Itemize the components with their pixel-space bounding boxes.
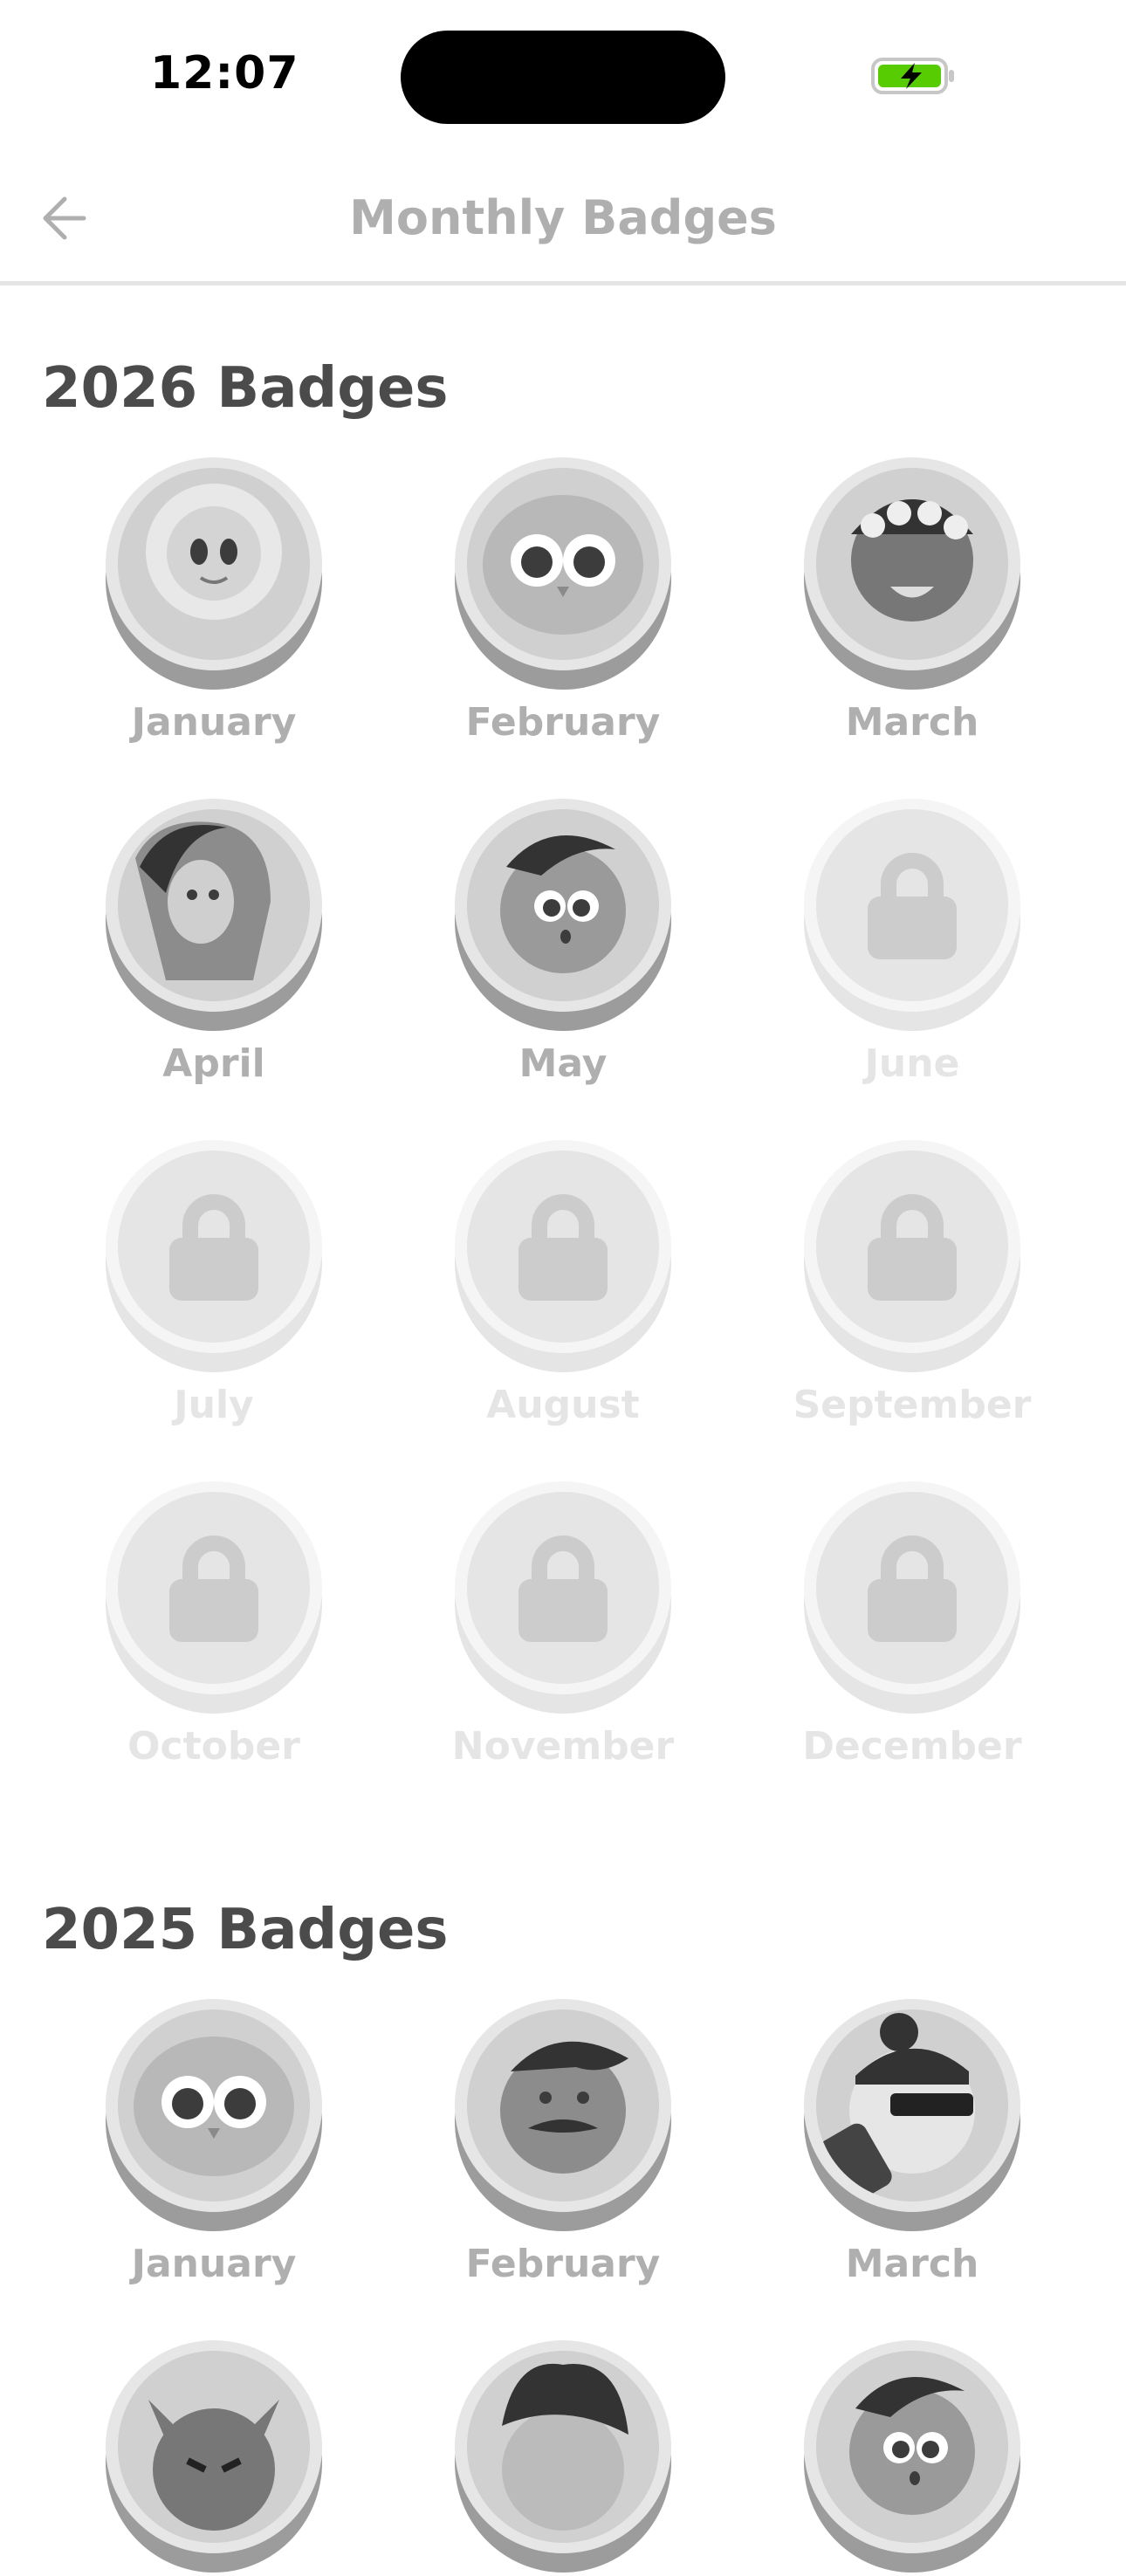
badge-medallion	[803, 1997, 1021, 2235]
badge-0-7[interactable]: August	[432, 1138, 694, 1427]
badge-medallion	[803, 1480, 1021, 1717]
lock-icon	[455, 1481, 671, 1714]
badge-month-label: March	[845, 2242, 979, 2286]
badge-medallion	[454, 1138, 672, 1376]
woman-character	[106, 799, 322, 1031]
badge-0-9[interactable]: October	[83, 1480, 345, 1769]
badge-medallion	[105, 2339, 323, 2576]
badge-1-3[interactable]	[83, 2339, 345, 2576]
badge-medallion	[454, 1997, 672, 2235]
badge-medallion	[803, 2339, 1021, 2576]
curly-hair-character	[455, 2340, 671, 2573]
battery-charging-icon	[871, 58, 954, 94]
badge-0-1[interactable]: February	[432, 456, 694, 745]
badge-0-0[interactable]: January	[83, 456, 345, 745]
status-time: 12:07	[150, 47, 299, 100]
lock-icon	[106, 1481, 322, 1714]
badge-month-label: February	[465, 2242, 661, 2286]
badge-0-2[interactable]: March	[781, 456, 1043, 745]
badge-medallion	[105, 1138, 323, 1376]
sunglasses-character	[804, 1999, 1020, 2231]
badge-month-label: July	[174, 1383, 254, 1427]
badge-medallion	[105, 1997, 323, 2235]
lock-icon	[455, 1140, 671, 1372]
badge-0-4[interactable]: May	[432, 797, 694, 1086]
badge-1-4[interactable]	[432, 2339, 694, 2576]
dynamic-island	[401, 31, 725, 124]
badge-medallion	[454, 797, 672, 1034]
boy-character	[455, 799, 671, 1031]
badge-1-5[interactable]	[781, 2339, 1043, 2576]
badge-0-11[interactable]: December	[781, 1480, 1043, 1769]
badge-month-label: November	[451, 1724, 675, 1769]
badge-medallion	[105, 1480, 323, 1717]
badge-medallion	[803, 797, 1021, 1034]
badge-month-label: March	[845, 700, 979, 745]
boy-character	[804, 2340, 1020, 2573]
badge-month-label: August	[486, 1383, 640, 1427]
badge-medallion	[803, 1138, 1021, 1376]
badge-1-2[interactable]: March	[781, 1997, 1043, 2286]
badge-medallion	[105, 797, 323, 1034]
owl-character	[106, 1999, 322, 2231]
badge-medallion	[803, 456, 1021, 693]
lock-icon	[106, 1140, 322, 1372]
badge-month-label: January	[131, 700, 297, 745]
badge-medallion	[454, 1480, 672, 1717]
badge-month-label: May	[518, 1041, 608, 1086]
badge-medallion	[454, 2339, 672, 2576]
cat-character	[106, 2340, 322, 2573]
badge-month-label: January	[131, 2242, 297, 2286]
badge-0-5[interactable]: June	[781, 797, 1043, 1086]
lock-icon	[804, 799, 1020, 1031]
badge-0-8[interactable]: September	[781, 1138, 1043, 1427]
badge-month-label: October	[127, 1724, 300, 1769]
lock-icon	[804, 1481, 1020, 1714]
badge-month-label: September	[793, 1383, 1032, 1427]
lock-icon	[804, 1140, 1020, 1372]
badge-medallion	[454, 456, 672, 693]
badge-month-label: June	[864, 1041, 960, 1086]
badge-month-label: February	[465, 700, 661, 745]
badge-0-3[interactable]: April	[83, 797, 345, 1086]
badge-0-6[interactable]: July	[83, 1138, 345, 1427]
owl-character	[455, 457, 671, 690]
badge-month-label: April	[162, 1041, 265, 1086]
mustache-character	[455, 1999, 671, 2231]
badge-0-10[interactable]: November	[432, 1480, 694, 1769]
section-title-2026: 2026 Badges	[42, 356, 449, 421]
badge-medallion	[105, 456, 323, 693]
flower-crown-character	[804, 457, 1020, 690]
status-bar: 12:07	[0, 0, 1126, 148]
badge-month-label: December	[802, 1724, 1022, 1769]
lion-character	[106, 457, 322, 690]
page-title: Monthly Badges	[349, 190, 777, 245]
badge-1-0[interactable]: January	[83, 1997, 345, 2286]
top-nav-bar: Monthly Badges	[0, 148, 1126, 285]
section-title-2025: 2025 Badges	[42, 1898, 449, 1962]
badge-1-1[interactable]: February	[432, 1997, 694, 2286]
